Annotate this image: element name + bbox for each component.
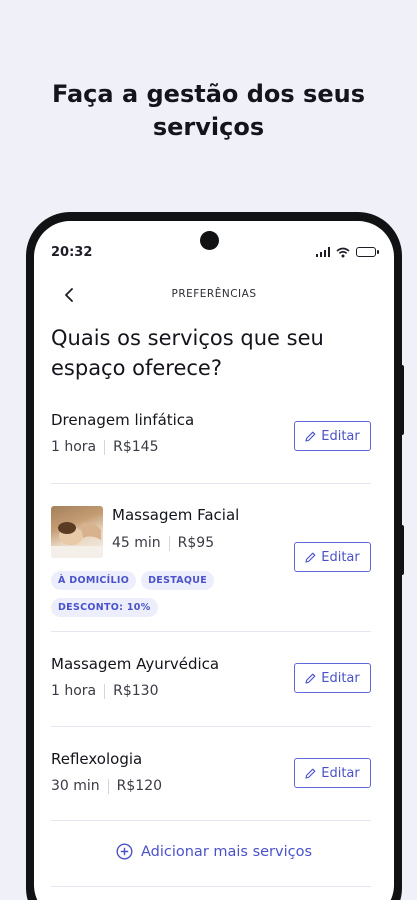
edit-button[interactable]: Editar [294, 421, 371, 451]
question-heading: Quais os serviços que seu espaço oferece… [51, 323, 371, 383]
promo-headline-line1: Faça a gestão dos seus [51, 80, 365, 108]
status-icons [315, 246, 379, 258]
pencil-icon [305, 552, 316, 563]
tag-domicilio: À DOMICÍLIO [51, 571, 137, 590]
meta-separator [168, 535, 170, 551]
tag-desconto: DESCONTO: 10% [51, 598, 158, 617]
service-duration: 45 min [112, 535, 161, 551]
wifi-icon [336, 247, 350, 257]
service-item-massagem-facial: Massagem Facial 45 min R$95 À DOMICÍLIO D… [51, 506, 371, 617]
service-info: Massagem Facial 45 min R$95 [112, 506, 239, 551]
massage-photo-icon [51, 522, 103, 558]
question-line2: espaço oferece? [51, 356, 222, 380]
tag-destaque: DESTAQUE [141, 571, 215, 590]
service-meta: 45 min R$95 [112, 535, 239, 551]
service-thumbnail [51, 506, 103, 558]
service-duration: 1 hora [51, 683, 97, 699]
meta-separator [104, 439, 106, 455]
front-camera [200, 231, 219, 250]
question-line1: Quais os serviços que seu [51, 326, 324, 350]
service-item-reflexologia: Reflexologia 30 min R$120 Editar [51, 750, 371, 800]
service-price: R$130 [113, 683, 159, 699]
service-duration: 1 hora [51, 439, 97, 455]
edit-button[interactable]: Editar [294, 663, 371, 693]
divider [51, 483, 371, 484]
edit-label: Editar [321, 428, 360, 444]
meta-separator [104, 683, 106, 699]
plus-circle-icon [116, 843, 133, 860]
service-name: Massagem Facial [112, 506, 240, 524]
divider [51, 631, 371, 632]
service-duration: 30 min [51, 778, 100, 794]
add-more-label: Adicionar mais serviços [140, 843, 313, 860]
pencil-icon [305, 768, 316, 779]
battery-icon [356, 247, 379, 257]
edit-label: Editar [321, 765, 360, 781]
status-time: 20:32 [51, 245, 93, 260]
service-price: R$120 [116, 778, 163, 794]
edit-label: Editar [321, 670, 360, 686]
promo-headline-line2: serviços [152, 113, 265, 141]
meta-separator [107, 778, 109, 794]
page-title: PREFERÊNCIAS [171, 288, 257, 300]
service-price: R$145 [113, 439, 159, 455]
promo-headline: Faça a gestão dos seus serviços [0, 78, 417, 144]
divider [51, 820, 371, 821]
edit-label: Editar [321, 549, 360, 565]
pencil-icon [305, 673, 316, 684]
divider [51, 886, 371, 887]
top-app-bar: PREFERÊNCIAS [34, 283, 394, 307]
phone-power-button [400, 525, 404, 575]
edit-button[interactable]: Editar [294, 758, 371, 788]
phone-volume-button [400, 365, 404, 435]
edit-button[interactable]: Editar [294, 542, 371, 572]
signal-icon [315, 247, 330, 257]
service-price: R$95 [177, 535, 215, 551]
phone-screen: 20:32 PREFERÊNCIAS Quais os serviços que… [34, 221, 394, 900]
service-item-drenagem: Drenagem linfática 1 hora R$145 Editar [51, 411, 371, 461]
divider [51, 726, 371, 727]
add-more-services-button[interactable]: Adicionar mais serviços [34, 843, 394, 860]
pencil-icon [305, 431, 316, 442]
service-item-ayurvedica: Massagem Ayurvédica 1 hora R$130 Editar [51, 655, 371, 705]
service-tags: À DOMICÍLIO DESTAQUE DESCONTO: 10% [51, 568, 291, 617]
